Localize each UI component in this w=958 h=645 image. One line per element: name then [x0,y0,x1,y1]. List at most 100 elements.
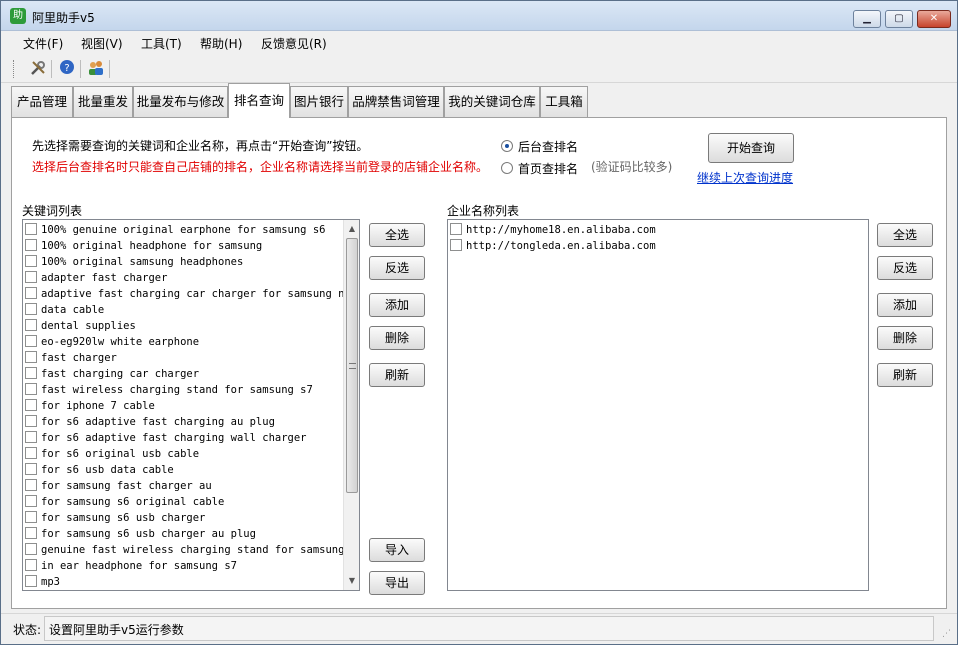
company-list[interactable]: http://myhome18.en.alibaba.com http://ton… [447,219,869,591]
keyword-item[interactable]: dental supplies [25,318,136,334]
keyword-list-scrollbar[interactable]: ▲ ▼ [343,220,359,590]
keyword-checkbox[interactable] [25,495,37,507]
keyword-text: for s6 adaptive fast charging au plug [41,416,275,428]
keyword-item[interactable]: 100% original samsung headphones [25,254,243,270]
keyword-item[interactable]: adaptive fast charging car charger for s… [25,286,357,302]
keyword-checkbox[interactable] [25,527,37,539]
keyword-list[interactable]: 100% genuine original earphone for samsu… [22,219,360,591]
tab-image-bank[interactable]: 图片银行 [290,86,348,117]
keyword-text: fast wireless charging stand for samsung… [41,384,313,396]
keyword-checkbox[interactable] [25,239,37,251]
keyword-item[interactable]: for samsung s6 original cable [25,494,224,510]
keyword-item[interactable]: for iphone 7 cable [25,398,155,414]
company-item[interactable]: http://myhome18.en.alibaba.com [450,222,656,238]
keyword-item[interactable]: for s6 usb data cable [25,462,174,478]
company-add-button[interactable]: 添加 [877,293,933,317]
keyword-item[interactable]: 100% original headphone for samsung [25,238,262,254]
menu-tools[interactable]: 工具(T) [141,35,182,52]
keyword-item[interactable]: fast charger [25,350,117,366]
keyword-checkbox[interactable] [25,383,37,395]
company-checkbox[interactable] [450,239,462,251]
radio-homepage-rank[interactable] [501,162,513,174]
tab-keyword-warehouse[interactable]: 我的关键词仓库 [444,86,540,117]
menu-feedback[interactable]: 反馈意见(R) [261,35,327,52]
tab-batch-repost[interactable]: 批量重发 [73,86,133,117]
keyword-select-all-button[interactable]: 全选 [369,223,425,247]
maximize-button[interactable]: ▢ [885,10,913,28]
keyword-refresh-button[interactable]: 刷新 [369,363,425,387]
keyword-item[interactable]: for samsung s6 usb charger au plug [25,526,256,542]
radio-homepage-rank-label[interactable]: 首页查排名 [518,160,578,177]
keyword-invert-button[interactable]: 反选 [369,256,425,280]
keyword-add-button[interactable]: 添加 [369,293,425,317]
keyword-checkbox[interactable] [25,319,37,331]
keyword-item[interactable]: eo-eg920lw white earphone [25,334,199,350]
keyword-checkbox[interactable] [25,335,37,347]
keyword-checkbox[interactable] [25,463,37,475]
company-refresh-button[interactable]: 刷新 [877,363,933,387]
keyword-checkbox[interactable] [25,543,37,555]
warning-text: 选择后台查排名时只能查自己店铺的排名，企业名称请选择当前登录的店铺企业名称。 [32,160,489,174]
keyword-checkbox[interactable] [25,287,37,299]
help-icon[interactable]: ? [57,59,77,79]
keyword-item[interactable]: for s6 adaptive fast charging wall charg… [25,430,307,446]
keyword-checkbox[interactable] [25,255,37,267]
keyword-checkbox[interactable] [25,271,37,283]
minimize-button[interactable]: ▁ [853,10,881,28]
tab-brand-banned-words[interactable]: 品牌禁售词管理 [348,86,444,117]
keyword-item[interactable]: for samsung s6 usb charger [25,510,205,526]
scroll-up-arrow-icon[interactable]: ▲ [344,221,359,237]
company-checkbox[interactable] [450,223,462,235]
menu-help[interactable]: 帮助(H) [200,35,242,52]
keyword-checkbox[interactable] [25,351,37,363]
keyword-checkbox[interactable] [25,303,37,315]
menu-file[interactable]: 文件(F) [23,35,63,52]
tab-batch-publish-edit[interactable]: 批量发布与修改 [133,86,228,117]
keyword-item[interactable]: fast charging car charger [25,366,199,382]
keyword-item[interactable]: for s6 adaptive fast charging au plug [25,414,275,430]
radio-backend-rank-label[interactable]: 后台查排名 [518,138,578,155]
keyword-item[interactable]: 100% genuine original earphone for samsu… [25,222,325,238]
tab-ranking-query[interactable]: 排名查询 [228,83,290,118]
keyword-checkbox[interactable] [25,559,37,571]
keyword-checkbox[interactable] [25,399,37,411]
tab-toolbox[interactable]: 工具箱 [540,86,588,117]
company-select-all-button[interactable]: 全选 [877,223,933,247]
menu-view[interactable]: 视图(V) [81,35,123,52]
start-query-button[interactable]: 开始查询 [708,133,794,163]
users-icon[interactable] [86,59,106,79]
close-button[interactable]: ✕ [917,10,951,28]
keyword-checkbox[interactable] [25,223,37,235]
title-bar[interactable]: 助 阿里助手v5 ▁ ▢ ✕ [1,1,957,31]
keyword-item[interactable]: mp3 [25,574,60,590]
keyword-checkbox[interactable] [25,479,37,491]
resize-grip-icon[interactable]: ⋰ [939,628,951,640]
keyword-checkbox[interactable] [25,415,37,427]
scroll-down-arrow-icon[interactable]: ▼ [344,573,359,589]
keyword-checkbox[interactable] [25,447,37,459]
keyword-item[interactable]: for samsung fast charger au [25,478,212,494]
captcha-note: (验证码比较多) [591,160,673,174]
keyword-checkbox[interactable] [25,431,37,443]
radio-backend-rank[interactable] [501,140,513,152]
keyword-item[interactable]: data cable [25,302,104,318]
toolbar-grip[interactable] [13,60,16,78]
company-item[interactable]: http://tongleda.en.alibaba.com [450,238,656,254]
tools-icon[interactable] [28,59,48,79]
keyword-item[interactable]: adapter fast charger [25,270,167,286]
keyword-checkbox[interactable] [25,511,37,523]
company-delete-button[interactable]: 删除 [877,326,933,350]
resume-progress-link[interactable]: 继续上次查询进度 [697,169,793,186]
scroll-thumb[interactable] [346,238,358,493]
keyword-checkbox[interactable] [25,575,37,587]
keyword-delete-button[interactable]: 删除 [369,326,425,350]
tab-product-management[interactable]: 产品管理 [11,86,73,117]
keyword-item[interactable]: for s6 original usb cable [25,446,199,462]
keyword-export-button[interactable]: 导出 [369,571,425,595]
keyword-checkbox[interactable] [25,367,37,379]
keyword-import-button[interactable]: 导入 [369,538,425,562]
keyword-item[interactable]: genuine fast wireless charging stand for… [25,542,344,558]
company-invert-button[interactable]: 反选 [877,256,933,280]
keyword-item[interactable]: fast wireless charging stand for samsung… [25,382,313,398]
keyword-item[interactable]: in ear headphone for samsung s7 [25,558,237,574]
